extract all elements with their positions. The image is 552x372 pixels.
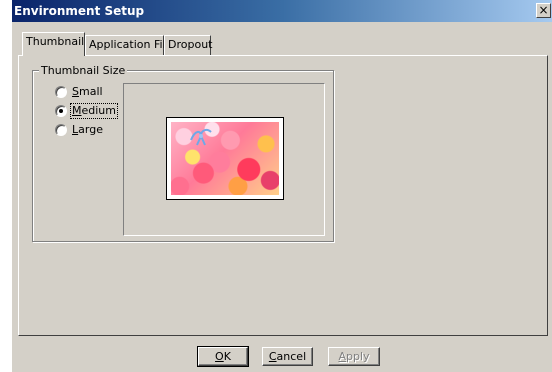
radio-medium-label[interactable]: Medium	[70, 103, 118, 119]
apply-button[interactable]: Apply	[328, 347, 380, 366]
environment-setup-dialog: Environment Setup × Thumbnail Applicatio…	[11, 0, 552, 372]
radio-large-indicator[interactable]	[55, 124, 67, 136]
mnemonic-a: A	[338, 350, 346, 363]
close-button[interactable]: ×	[536, 3, 551, 18]
label-rest: pply	[346, 350, 370, 363]
tab-dropout[interactable]: Dropout	[164, 35, 213, 55]
window-title: Environment Setup	[14, 4, 145, 18]
radio-large-label[interactable]: Large	[71, 123, 104, 137]
label-rest: arge	[78, 123, 103, 136]
mnemonic-c: C	[268, 350, 277, 363]
radio-small-indicator[interactable]	[55, 86, 67, 98]
label-rest: edium	[81, 104, 117, 117]
flower-image	[171, 122, 279, 195]
label-rest: mall	[78, 85, 103, 98]
cancel-button[interactable]: Cancel	[262, 347, 313, 366]
label-rest: K	[223, 350, 231, 363]
tab-label: Thumbnail	[26, 35, 85, 48]
tab-label: Application File	[89, 38, 173, 51]
mnemonic-m: M	[72, 104, 82, 117]
mnemonic-o: O	[215, 350, 224, 363]
close-icon: ×	[538, 3, 549, 17]
mnemonic-s: S	[72, 85, 79, 98]
label-rest: ancel	[276, 350, 307, 363]
radio-medium-indicator[interactable]	[55, 105, 67, 117]
ribbon-icon	[190, 128, 212, 146]
tab-thumbnail[interactable]: Thumbnail	[22, 32, 85, 56]
tab-label: Dropout	[168, 38, 213, 51]
tab-application-file[interactable]: Application File	[85, 35, 172, 55]
thumbnail-size-group: Thumbnail Size Small Medium Large	[32, 64, 334, 242]
title-bar[interactable]: Environment Setup ×	[12, 0, 552, 22]
ok-button[interactable]: OK	[197, 346, 249, 367]
radio-small-label[interactable]: Small	[71, 85, 104, 99]
thumbnail-preview	[166, 117, 284, 200]
group-title: Thumbnail Size	[39, 64, 128, 77]
thumbnail-preview-frame	[123, 83, 325, 236]
thumbnail-tab-panel: Thumbnail Size Small Medium Large	[18, 55, 548, 336]
